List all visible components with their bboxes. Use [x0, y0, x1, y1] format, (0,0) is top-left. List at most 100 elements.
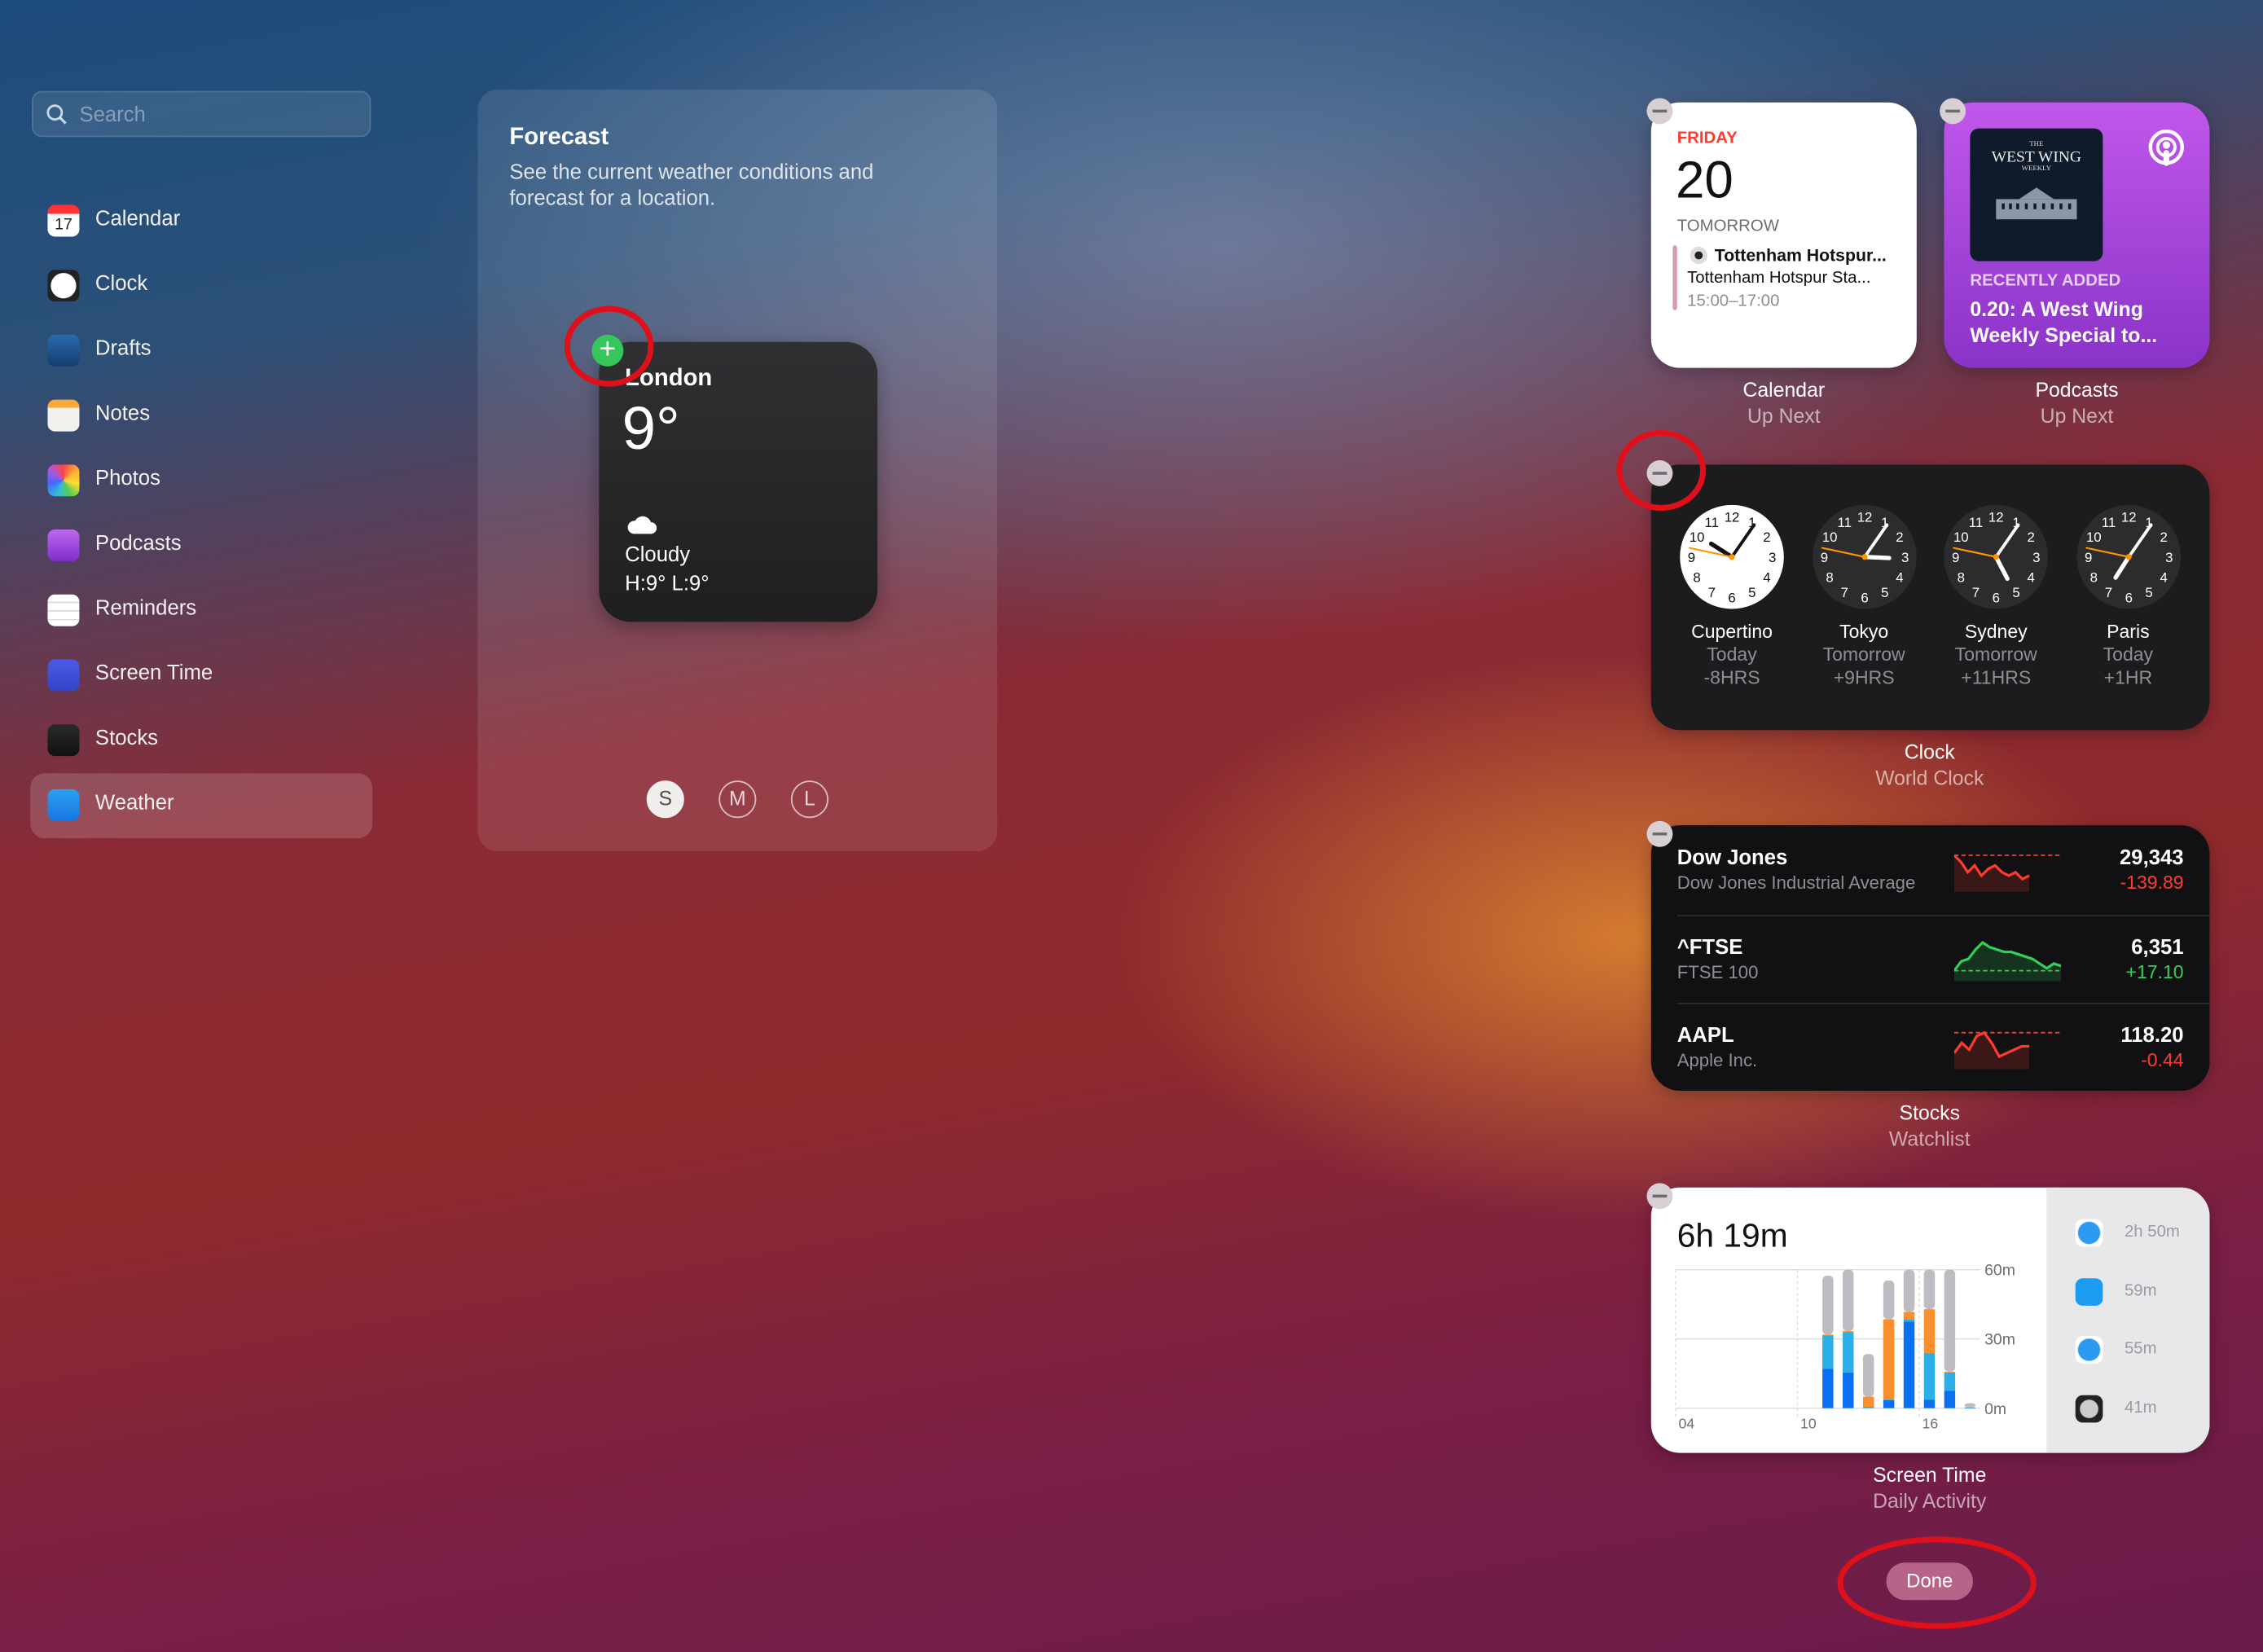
event-time: 15:00–17:00: [1687, 292, 1780, 310]
clock-numeral: 8: [2089, 570, 2097, 586]
clock-numeral: 6: [1860, 590, 1867, 605]
usage-bar-segment: [1923, 1309, 1936, 1353]
analog-clock-face: 1234567891011 12: [1680, 504, 1784, 609]
clock-numeral: 3: [2164, 550, 2172, 565]
calendar-widget-caption: Calendar Up Next: [1640, 378, 1928, 427]
clock-offset: +11HRS: [1961, 666, 2032, 688]
usage-bar-segment: [1862, 1406, 1874, 1408]
podcasts-widget[interactable]: THE WEST WING WEEKLY RECENTLY ADDED 0.20…: [1944, 102, 2210, 368]
remove-stocks-widget-button[interactable]: [1646, 820, 1673, 847]
clock-numeral: 4: [1763, 570, 1770, 586]
artwork-text-top: THE: [2029, 141, 2044, 149]
analog-clock-face: 1234567891011 12: [2076, 504, 2181, 609]
usage-bar-segment: [1822, 1276, 1834, 1335]
sidebar-item-calendar[interactable]: 17 Calendar: [30, 189, 372, 254]
usage-bar-segment: [1883, 1280, 1895, 1320]
stock-change: +17.10: [2125, 960, 2184, 982]
stocks-widget-caption: Stocks Watchlist: [1786, 1101, 2074, 1149]
clock-numeral: 5: [2144, 585, 2151, 600]
caption-title: Clock: [1904, 740, 1955, 763]
clock-day: Today: [1707, 643, 1757, 666]
usage-bar-segment: [1923, 1399, 1936, 1408]
size-medium-button[interactable]: M: [718, 780, 757, 819]
stocks-icon: [47, 724, 80, 757]
stock-row[interactable]: Dow Jones Dow Jones Industrial Average 29,…: [1651, 825, 2210, 913]
search-field[interactable]: [31, 90, 371, 139]
sidebar-item-label: Weather: [94, 792, 174, 815]
sidebar-item-clock[interactable]: Clock: [30, 254, 372, 319]
safari-icon: [2075, 1219, 2103, 1247]
size-small-button[interactable]: S: [646, 780, 684, 819]
clock-numeral: 7: [1708, 585, 1716, 600]
clock-numeral: 9: [1952, 550, 1959, 565]
clock-numeral: 7: [1840, 585, 1848, 600]
remove-calendar-widget-button[interactable]: [1646, 98, 1673, 125]
highlight-ring: [1616, 429, 1707, 512]
clock-numeral: 4: [2160, 570, 2167, 586]
clock-city: Tokyo: [1839, 620, 1889, 643]
size-large-button[interactable]: L: [790, 780, 828, 819]
stock-price: 6,351: [2131, 935, 2184, 959]
search-input[interactable]: [76, 92, 364, 139]
calendar-widget[interactable]: FRIDAY 20 TOMORROW Tottenham Hotspur... …: [1650, 102, 1917, 368]
highlight-ring: [1837, 1536, 2037, 1629]
remove-podcasts-widget-button[interactable]: [1940, 98, 1966, 125]
sidebar-item-label: Calendar: [94, 208, 181, 231]
weather-condition: Cloudy: [625, 543, 691, 568]
clock-numeral: 5: [1880, 585, 1887, 600]
podcasts-widget-caption: Podcasts Up Next: [1932, 378, 2221, 427]
remove-screen-time-widget-button[interactable]: [1646, 1183, 1673, 1210]
sidebar-item-podcasts[interactable]: Podcasts: [30, 514, 372, 579]
podcasts-icon: [2148, 129, 2185, 166]
usage-bar-segment: [1843, 1331, 1854, 1333]
artwork-text-bottom: WEEKLY: [2021, 165, 2052, 174]
highlight-ring: [564, 305, 654, 387]
usage-bar-segment: [1822, 1369, 1834, 1408]
clock-numeral: 4: [1895, 570, 1902, 586]
usage-bar-segment: [1903, 1319, 1915, 1322]
screen-time-widget[interactable]: 6h 19m 60m 30m 0m 04 10 16 2h 50m 59m 55m 41m: [1650, 1187, 2210, 1453]
app-usage-time: 59m: [2124, 1281, 2157, 1299]
caption-subtitle: Watchlist: [1888, 1127, 1971, 1150]
stock-symbol: ^FTSE: [1676, 935, 1743, 959]
sidebar-item-photos[interactable]: Photos: [30, 449, 372, 514]
clock-numeral: 2: [1763, 529, 1770, 545]
x-tick-label: 16: [1922, 1415, 1939, 1431]
photos-icon: [47, 464, 80, 497]
world-clock-widget[interactable]: 1 2 3 4 5 6 7 8 9 10 11 12 Cupertino Today -8HRS 1 2 3 4 5 6…: [1650, 464, 2210, 731]
clock-numeral: 9: [2084, 550, 2091, 565]
clock-numeral: 8: [1958, 570, 1965, 586]
stock-row[interactable]: ^FTSE FTSE 100 6,351 +17.10: [1651, 914, 2210, 1002]
weather-widget-preview[interactable]: London 9° Cloudy H:9° L:9°: [599, 341, 878, 622]
clock-numeral: 11: [1969, 515, 1983, 530]
clock-numeral: 2: [2028, 529, 2035, 545]
clock-city: Paris: [2107, 620, 2150, 643]
sidebar-item-reminders[interactable]: Reminders: [30, 578, 372, 644]
usage-bar-segment: [1862, 1396, 1874, 1407]
sidebar-item-weather[interactable]: Weather: [30, 773, 373, 839]
clock-numeral: 8: [1826, 570, 1833, 586]
sidebar-item-screen-time[interactable]: Screen Time: [30, 644, 372, 709]
usage-bar-segment: [1923, 1352, 1936, 1400]
sidebar-item-notes[interactable]: Notes: [30, 384, 372, 449]
usage-bar-segment: [1944, 1371, 1956, 1373]
clock-offset: +9HRS: [1833, 666, 1895, 688]
clock-numeral: 3: [1769, 550, 1776, 565]
clock-numeral: 10: [1690, 529, 1705, 545]
sidebar-item-drafts[interactable]: Drafts: [30, 319, 372, 384]
white-house-icon: [1996, 187, 2077, 220]
analog-clock-face: 1234567891011 12: [1812, 504, 1916, 609]
stock-row[interactable]: AAPL Apple Inc. 118.20 -0.44: [1651, 1003, 2210, 1091]
sidebar-item-stocks[interactable]: Stocks: [30, 709, 372, 774]
clock-numeral: 12: [1857, 509, 1872, 525]
stock-price: 118.20: [2120, 1024, 2184, 1048]
sidebar-item-label: Notes: [94, 402, 151, 426]
app-usage-time: 55m: [2124, 1340, 2157, 1358]
usage-bar-segment: [1903, 1269, 1915, 1312]
event-location: Tottenham Hotspur Sta...: [1687, 270, 1871, 288]
cloud-icon: [627, 516, 657, 534]
stocks-widget[interactable]: Dow Jones Dow Jones Industrial Average 29,…: [1650, 825, 2210, 1092]
usage-bar-segment: [1843, 1372, 1854, 1408]
caption-title: Stocks: [1899, 1101, 1960, 1124]
usage-bar-segment: [1843, 1269, 1854, 1332]
